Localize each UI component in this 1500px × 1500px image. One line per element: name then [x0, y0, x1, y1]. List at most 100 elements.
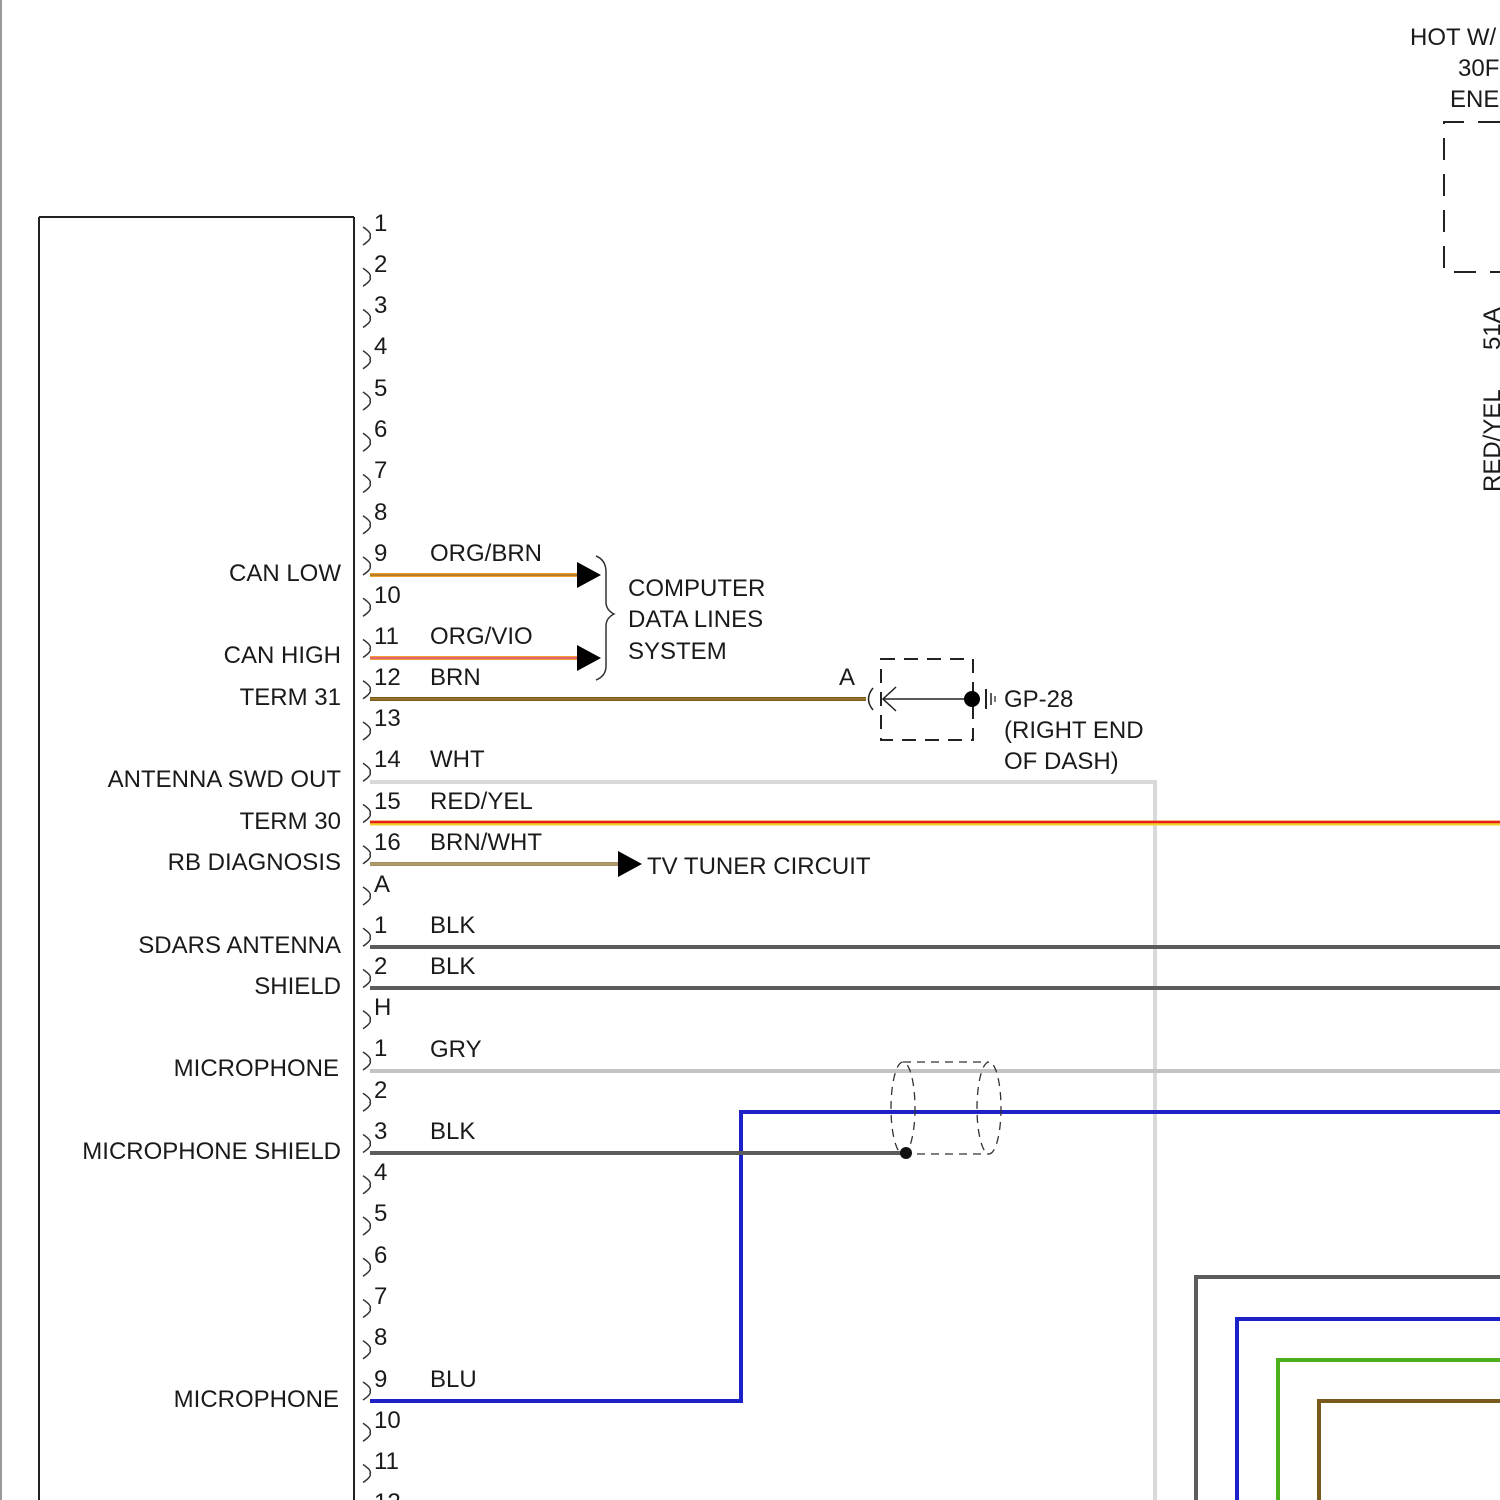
pin-bracket — [362, 721, 372, 741]
ground-location-2: OF DASH) — [1004, 748, 1119, 775]
pin-number: 1 — [374, 210, 387, 237]
pin-number: 12 — [374, 664, 401, 691]
pin-bracket — [362, 886, 372, 906]
pin-bracket — [362, 1381, 372, 1401]
wire-label: GRY — [430, 1036, 482, 1063]
computer-data-lines-label: COMPUTER DATA LINES SYSTEM — [628, 575, 765, 665]
signal-antenna-swd-out: ANTENNA SWD OUT — [108, 766, 342, 793]
signal-term30: TERM 30 — [240, 808, 341, 835]
pin-number: 11 — [374, 623, 399, 650]
connector-1-pins: 1 2 3 4 5 6 7 8 9 10 11 12 13 14 15 16 A — [374, 210, 401, 898]
wire-blu — [370, 1110, 1500, 1403]
pin-bracket — [362, 762, 372, 782]
pin-bracket — [362, 432, 372, 452]
pin-bracket — [362, 391, 372, 411]
pin-bracket — [362, 350, 372, 370]
pin-number: 7 — [374, 1283, 387, 1310]
wire-grn-bottom — [1276, 1358, 1500, 1500]
pin-bracket — [362, 308, 372, 329]
pin-number: 2 — [374, 953, 387, 980]
signal-rb-diagnosis: RB DIAGNOSIS — [168, 849, 341, 876]
pin-number: 13 — [374, 705, 401, 732]
ene-label: ENE — [1450, 86, 1499, 113]
pin-number: 6 — [374, 416, 387, 443]
pin-number: 10 — [374, 582, 401, 609]
shield-symbol — [890, 1061, 1002, 1155]
pin-number: 9 — [374, 1366, 387, 1393]
pin-number: 12 — [374, 1489, 401, 1500]
ground-id: GP-28 — [1004, 686, 1073, 713]
top-right-fragment: HOT W/ 30F ENE 51A RED/YEL — [1410, 24, 1500, 492]
pin-number: 10 — [374, 1407, 401, 1434]
pin-bracket — [362, 845, 372, 865]
signal-names: CAN LOW CAN HIGH TERM 31 ANTENNA SWD OUT… — [82, 560, 341, 1413]
pin-number: 15 — [374, 788, 401, 815]
pin-number: 2 — [374, 251, 387, 278]
pin-bracket — [362, 680, 372, 700]
pin-number: 4 — [374, 333, 387, 360]
pin-number: 14 — [374, 746, 401, 773]
pin-bracket — [362, 638, 372, 659]
signal-term31: TERM 31 — [240, 684, 341, 711]
pin-bracket — [362, 1298, 372, 1319]
pin-bracket — [362, 927, 372, 947]
wire-label: ORG/VIO — [430, 623, 533, 650]
pin-bracket — [362, 556, 372, 576]
pin-number: 9 — [374, 540, 387, 567]
vertical-label-51a: 51A — [1479, 307, 1500, 350]
wire-wht — [370, 780, 1157, 1500]
signal-shield: SHIELD — [254, 973, 341, 1000]
connector-2-pins: 1 2 H — [374, 912, 391, 1021]
signal-can-low: CAN LOW — [229, 560, 341, 587]
connector-letter: H — [374, 994, 391, 1021]
pin-bracket — [362, 1422, 372, 1442]
wire-brn-bottom — [1317, 1399, 1500, 1500]
pin-bracket — [362, 1175, 372, 1195]
pin-bracket — [362, 1216, 372, 1236]
wire-label: BLK — [430, 953, 475, 980]
pin-bracket — [362, 597, 372, 617]
wire-label: BLU — [430, 1366, 477, 1393]
pin-bracket — [362, 1051, 372, 1071]
pin-number: 7 — [374, 457, 387, 484]
signal-sdars-antenna: SDARS ANTENNA — [138, 932, 341, 959]
fuse-label: 30F — [1458, 55, 1499, 82]
pin-bracket — [362, 473, 372, 494]
wire-label: RED/YEL — [430, 788, 533, 815]
ground-gp28 — [867, 658, 996, 741]
pin-bracket — [362, 1340, 372, 1360]
signal-microphone-shield: MICROPHONE SHIELD — [82, 1138, 341, 1165]
pin-bracket — [362, 1257, 372, 1277]
pin-number: 5 — [374, 375, 387, 402]
wire-color-labels: ORG/BRN ORG/VIO BRN WHT RED/YEL BRN/WHT … — [430, 540, 542, 1393]
cdl-line-2: DATA LINES — [628, 606, 763, 633]
ground-connector-letter: A — [839, 664, 855, 691]
connector-letter: A — [374, 871, 390, 898]
pin-bracket — [362, 968, 372, 989]
pin-bracket — [362, 226, 372, 246]
pin-number: 4 — [374, 1159, 387, 1186]
signal-can-high: CAN HIGH — [224, 642, 341, 669]
cdl-line-1: COMPUTER — [628, 575, 765, 602]
pin-bracket — [362, 1463, 372, 1484]
wiring-diagram: HOT W/ 30F ENE 51A RED/YEL 1 2 3 4 5 6 7… — [0, 0, 1500, 1500]
vertical-label-red-yel: RED/YEL — [1479, 389, 1500, 492]
wire-label: WHT — [430, 746, 485, 773]
tv-tuner-label: TV TUNER CIRCUIT — [647, 853, 871, 880]
pin-number: 1 — [374, 1035, 387, 1062]
pin-number: 6 — [374, 1242, 387, 1269]
shield-drain-dot — [900, 1147, 912, 1159]
pin-bracket — [362, 1010, 372, 1030]
ground-location-1: (RIGHT END — [1004, 717, 1144, 744]
cdl-line-3: SYSTEM — [628, 638, 727, 665]
pin-number: 3 — [374, 1118, 387, 1145]
pin-bracket — [362, 1133, 372, 1154]
connector-3-pins: 1 2 3 4 5 6 7 8 9 10 11 12 — [374, 1035, 401, 1500]
pin-bracket — [362, 267, 372, 287]
wire-blk-bottom — [1194, 1275, 1500, 1500]
signal-microphone: MICROPHONE — [174, 1055, 339, 1082]
wire-label: BRN/WHT — [430, 829, 542, 856]
wire-label: ORG/BRN — [430, 540, 542, 567]
pin-bracket — [362, 515, 372, 535]
pin-number: 8 — [374, 1324, 387, 1351]
